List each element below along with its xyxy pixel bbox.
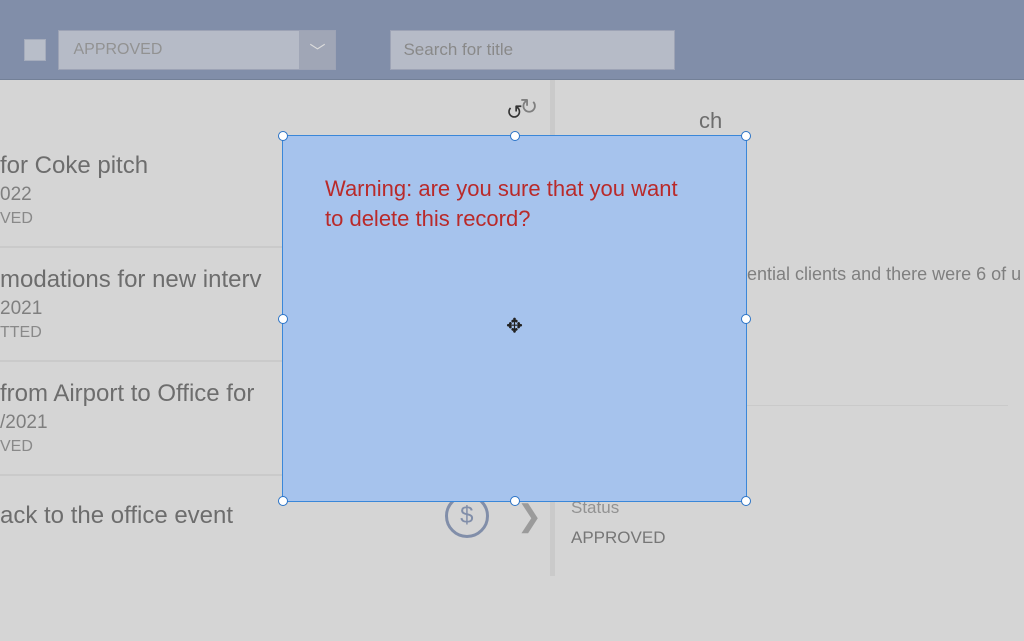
status-filter-select[interactable]: APPROVED ﹀ — [58, 30, 336, 70]
status-value: APPROVED — [571, 528, 1008, 548]
status-filter-value: APPROVED — [59, 41, 299, 59]
rotate-handle-icon[interactable]: ↺ — [506, 100, 523, 125]
chevron-down-icon[interactable]: ﹀ — [299, 31, 335, 69]
warning-modal[interactable]: ↺ Warning: are you sure that you want to… — [282, 135, 747, 502]
resize-handle-tl[interactable] — [278, 131, 288, 141]
header-bar: e APPROVED ﹀ Search for title — [0, 0, 1024, 80]
list-item-title: ack to the office event — [0, 502, 233, 530]
chevron-right-icon[interactable]: ❯ — [517, 499, 542, 534]
resize-handle-tc[interactable] — [510, 131, 520, 141]
search-placeholder: Search for title — [403, 40, 513, 60]
resize-handle-bc[interactable] — [510, 496, 520, 506]
search-input[interactable]: Search for title — [390, 30, 675, 70]
move-cursor-icon: ✥ — [506, 313, 523, 338]
list-item-date: /2021 — [0, 412, 254, 434]
list-toolbar: ↻ — [0, 80, 550, 134]
resize-handle-tr[interactable] — [741, 131, 751, 141]
resize-handle-bl[interactable] — [278, 496, 288, 506]
list-item-status: VED — [0, 438, 254, 456]
resize-handle-br[interactable] — [741, 496, 751, 506]
list-item-title: from Airport to Office for — [0, 380, 254, 408]
detail-description: r potential clients and there were 6 of … — [711, 264, 1008, 285]
filter-checkbox[interactable] — [24, 39, 46, 61]
warning-text: Warning: are you sure that you want to d… — [283, 136, 746, 233]
resize-handle-ml[interactable] — [278, 314, 288, 324]
resize-handle-mr[interactable] — [741, 314, 751, 324]
